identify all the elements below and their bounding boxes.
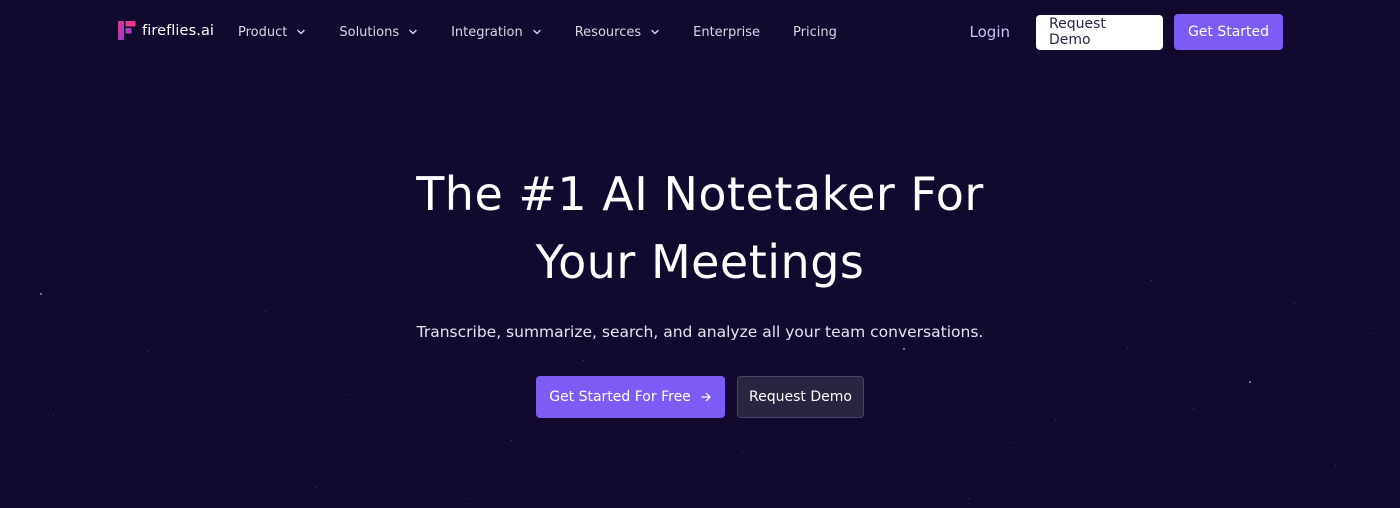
star (866, 395, 867, 396)
get-started-free-button[interactable]: Get Started For Free (536, 376, 725, 418)
main-menu: Product Solutions Integration Resources … (238, 0, 870, 64)
star (1181, 403, 1182, 404)
get-started-button[interactable]: Get Started (1174, 14, 1283, 50)
chevron-down-icon (532, 27, 542, 37)
menu-item-label: Solutions (339, 24, 400, 40)
chevron-down-icon (296, 27, 306, 37)
menu-item-pricing[interactable]: Pricing (793, 25, 837, 40)
menu-item-product[interactable]: Product (238, 25, 306, 40)
request-demo-button[interactable]: Request Demo (1036, 14, 1163, 50)
hero-cta-group: Get Started For Free Request Demo (536, 376, 864, 418)
hero-title-line-2: Your Meetings (535, 235, 865, 289)
star (1055, 420, 1056, 421)
hero-request-demo-button[interactable]: Request Demo (737, 376, 864, 418)
hero-title-line-1: The #1 AI Notetaker For (416, 167, 984, 221)
star (1221, 491, 1222, 492)
hero-title: The #1 AI Notetaker For Your Meetings (0, 160, 1400, 296)
chevron-down-icon (650, 27, 660, 37)
star (742, 452, 743, 453)
menu-item-label: Resources (574, 24, 642, 40)
menu-item-integration[interactable]: Integration (451, 25, 542, 40)
star (349, 394, 350, 395)
menu-item-solutions[interactable]: Solutions (339, 25, 418, 40)
star (511, 440, 512, 441)
star (583, 360, 584, 361)
star (218, 468, 219, 469)
chevron-down-icon (408, 27, 418, 37)
star (968, 498, 969, 499)
menu-item-resources[interactable]: Resources (575, 25, 660, 40)
star (1013, 442, 1014, 443)
star (53, 415, 54, 416)
menu-item-label: Integration (451, 24, 523, 40)
hero-section: The #1 AI Notetaker For Your Meetings Tr… (0, 160, 1400, 341)
menu-item-label: Product (238, 24, 288, 40)
star (1193, 408, 1194, 409)
menu-item-enterprise[interactable]: Enterprise (693, 25, 760, 40)
brand-name: fireflies.ai (142, 22, 215, 39)
star (1127, 347, 1128, 348)
menu-item-label: Enterprise (693, 24, 760, 40)
star (903, 348, 905, 350)
star (469, 498, 470, 499)
star (421, 427, 422, 428)
star (316, 487, 317, 488)
star (1335, 465, 1336, 466)
menu-item-label: Pricing (793, 24, 837, 40)
star (1249, 381, 1251, 383)
login-link[interactable]: Login (970, 23, 1010, 41)
button-label: Get Started For Free (549, 389, 691, 405)
account-actions: Login Request Demo Get Started (970, 14, 1283, 50)
fireflies-logo-icon (118, 21, 136, 40)
arrow-right-icon (700, 391, 712, 403)
hero-subtitle: Transcribe, summarize, search, and analy… (416, 323, 984, 341)
top-navigation: fireflies.ai Product Solutions Integrati… (0, 0, 1400, 64)
brand-logo[interactable]: fireflies.ai (118, 21, 214, 40)
star (147, 351, 148, 352)
